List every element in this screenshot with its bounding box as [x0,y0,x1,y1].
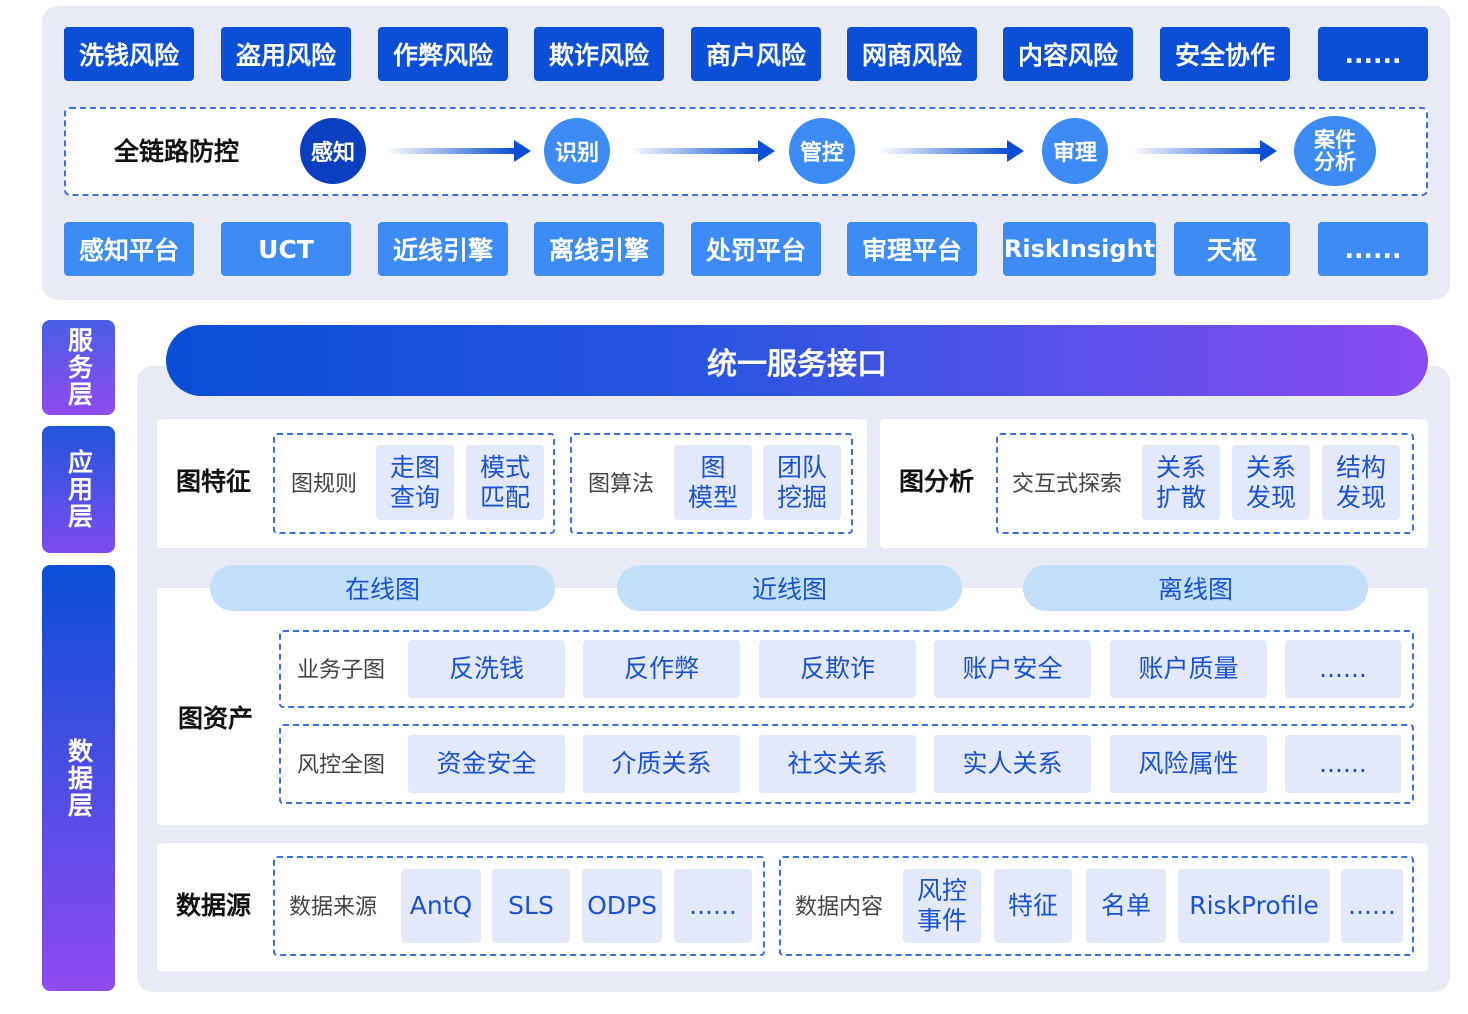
platform-item[interactable]: RiskInsight [1003,222,1156,276]
rule-item[interactable]: 走图 查询 [376,445,454,520]
graph-analysis-title: 图分析 [899,467,975,496]
risk-item[interactable]: 商户风险 [691,27,821,81]
online-graph-tab[interactable]: 在线图 [210,565,555,611]
interactive-explore-label: 交互式探索 [1012,472,1123,497]
nearline-graph-tab[interactable]: 近线图 [617,565,962,611]
risk-item[interactable]: 安全协作 [1160,27,1290,81]
graph-assets-title: 图资产 [178,704,254,733]
data-source-title: 数据源 [176,891,252,920]
layer-label-application: 应用层 [42,426,115,553]
rule-item[interactable]: 模式 匹配 [466,445,544,520]
data-content-item[interactable]: 风控 事件 [903,869,981,943]
risk-fullgraph-label: 风控全图 [297,753,386,778]
graph-rule-label: 图规则 [291,472,358,497]
chain-step-case-analysis[interactable]: 案件 分析 [1294,116,1376,186]
risk-fullgraph-item[interactable]: 资金安全 [408,735,565,793]
layer-label-data: 数据层 [42,565,115,991]
risk-fullgraph-item-more[interactable]: ...... [1285,735,1401,793]
risk-fullgraph-item[interactable]: 社交关系 [759,735,916,793]
business-subgraph-item[interactable]: 账户质量 [1110,640,1267,698]
chain-step-control[interactable]: 管控 [789,118,855,184]
chain-title: 全链路防控 [114,137,240,166]
risk-fullgraph-item[interactable]: 风险属性 [1110,735,1267,793]
risk-item[interactable]: 网商风险 [847,27,977,81]
business-subgraph-item[interactable]: 反欺诈 [759,640,916,698]
layer-label-service: 服务层 [42,320,115,415]
graph-algo-label: 图算法 [588,472,655,497]
risk-item[interactable]: 洗钱风险 [64,27,194,81]
data-content-item[interactable]: RiskProfile [1178,869,1330,943]
business-subgraph-item[interactable]: 反洗钱 [408,640,565,698]
algo-item[interactable]: 图 模型 [674,445,752,520]
unified-service-interface[interactable]: 统一服务接口 [166,325,1428,396]
data-origin-item[interactable]: AntQ [401,869,481,943]
chain-arrow-icon [386,140,531,162]
risk-item[interactable]: 内容风险 [1003,27,1133,81]
analysis-item[interactable]: 关系 扩散 [1142,445,1220,520]
platform-item-more[interactable]: ...... [1318,222,1428,276]
risk-item[interactable]: 作弊风险 [378,27,508,81]
data-content-item[interactable]: 名单 [1086,869,1166,943]
business-subgraph-label: 业务子图 [297,658,386,683]
business-subgraph-item-more[interactable]: ...... [1285,640,1401,698]
platform-item[interactable]: 审理平台 [847,222,977,276]
graph-feature-title: 图特征 [176,467,252,496]
chain-arrow-icon [879,140,1024,162]
platform-item[interactable]: 处罚平台 [691,222,821,276]
data-origin-item[interactable]: ODPS [582,869,662,943]
platform-item[interactable]: 感知平台 [64,222,194,276]
data-content-label: 数据内容 [795,895,884,920]
data-origin-label: 数据来源 [289,895,378,920]
platform-item[interactable]: UCT [221,222,351,276]
offline-graph-tab[interactable]: 离线图 [1023,565,1368,611]
platform-item[interactable]: 离线引擎 [534,222,664,276]
chain-arrow-icon [1132,140,1277,162]
chain-step-identify[interactable]: 识别 [544,118,610,184]
risk-item-more[interactable]: ...... [1318,27,1428,81]
risk-fullgraph-item[interactable]: 实人关系 [934,735,1091,793]
chain-arrow-icon [630,140,775,162]
risk-item[interactable]: 欺诈风险 [534,27,664,81]
data-content-item-more[interactable]: ...... [1341,869,1403,943]
platform-item[interactable]: 天枢 [1174,222,1290,276]
data-origin-item-more[interactable]: ...... [674,869,752,943]
data-content-item[interactable]: 特征 [994,869,1072,943]
chain-step-review[interactable]: 审理 [1042,118,1108,184]
data-origin-item[interactable]: SLS [492,869,570,943]
business-subgraph-item[interactable]: 反作弊 [583,640,740,698]
business-subgraph-item[interactable]: 账户安全 [934,640,1091,698]
platform-item[interactable]: 近线引擎 [378,222,508,276]
risk-item[interactable]: 盗用风险 [221,27,351,81]
algo-item[interactable]: 团队 挖掘 [763,445,841,520]
analysis-item[interactable]: 结构 发现 [1322,445,1400,520]
chain-step-perceive[interactable]: 感知 [300,118,366,184]
risk-fullgraph-item[interactable]: 介质关系 [583,735,740,793]
analysis-item[interactable]: 关系 发现 [1232,445,1310,520]
